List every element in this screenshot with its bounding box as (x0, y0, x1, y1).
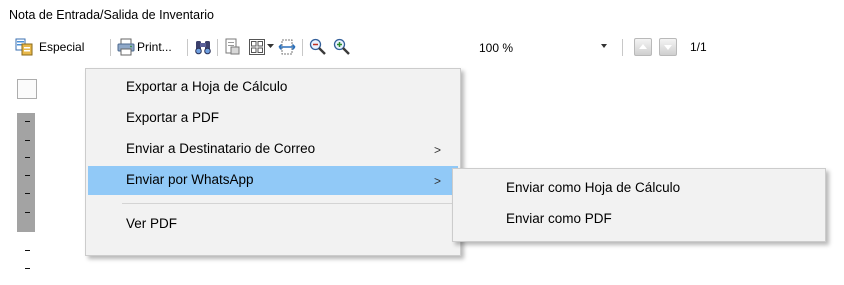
margin-tick (25, 175, 30, 176)
submenu-item-send-spreadsheet[interactable]: Enviar como Hoja de Cálculo (455, 174, 823, 203)
chevron-down-icon (601, 44, 607, 48)
menu-item-view-pdf[interactable]: Ver PDF (88, 210, 458, 239)
menu-separator (122, 203, 456, 204)
report-toolbar: Especial Print... 100 % 1/1 (0, 33, 844, 60)
margin-tick (25, 193, 30, 194)
zoom-value: 100 % (479, 41, 514, 55)
print-button[interactable]: Print... (137, 40, 172, 54)
report-margin-bar (17, 113, 35, 232)
menu-item-export-spreadsheet[interactable]: Exportar a Hoja de Cálculo (88, 73, 458, 102)
page-setup-icon[interactable] (222, 37, 242, 57)
toolbar-separator (622, 39, 623, 56)
toolbar-separator (217, 39, 218, 56)
whatsapp-submenu: Enviar como Hoja de Cálculo Enviar como … (452, 168, 826, 242)
margin-tick (25, 212, 30, 213)
window-title: Nota de Entrada/Salida de Inventario (9, 8, 214, 22)
arrow-up-icon (639, 44, 647, 49)
next-page-button[interactable] (659, 38, 677, 56)
margin-tick (25, 250, 30, 251)
report-checkbox[interactable] (17, 79, 37, 99)
menu-item-send-whatsapp[interactable]: Enviar por WhatsApp > (88, 166, 458, 195)
special-menu-icon[interactable] (14, 37, 34, 57)
toolbar-separator (302, 39, 303, 56)
margin-tick (25, 121, 30, 122)
chevron-right-icon: > (434, 174, 442, 188)
special-button[interactable]: Especial (39, 40, 84, 54)
zoom-select[interactable]: 100 % (474, 38, 615, 59)
menu-item-export-pdf[interactable]: Exportar a PDF (88, 104, 458, 133)
margin-tick (25, 140, 30, 141)
toolbar-separator (187, 39, 188, 56)
margin-tick (25, 268, 30, 269)
toolbar-separator (110, 39, 111, 56)
page-width-icon[interactable] (277, 37, 297, 57)
binoculars-icon[interactable] (193, 37, 213, 57)
zoom-out-icon[interactable] (308, 37, 328, 57)
submenu-item-send-pdf[interactable]: Enviar como PDF (455, 205, 823, 234)
chevron-right-icon: > (434, 143, 442, 157)
chevron-down-icon[interactable] (266, 41, 274, 51)
export-context-menu: Exportar a Hoja de Cálculo Exportar a PD… (85, 68, 461, 256)
zoom-in-icon[interactable] (332, 37, 352, 57)
page-indicator: 1/1 (690, 40, 707, 54)
menu-item-send-email[interactable]: Enviar a Destinatario de Correo > (88, 135, 458, 164)
previous-page-button[interactable] (634, 38, 652, 56)
multiple-pages-icon[interactable] (247, 37, 267, 57)
printer-icon[interactable] (116, 37, 136, 57)
margin-tick (25, 157, 30, 158)
arrow-down-icon (664, 45, 672, 50)
